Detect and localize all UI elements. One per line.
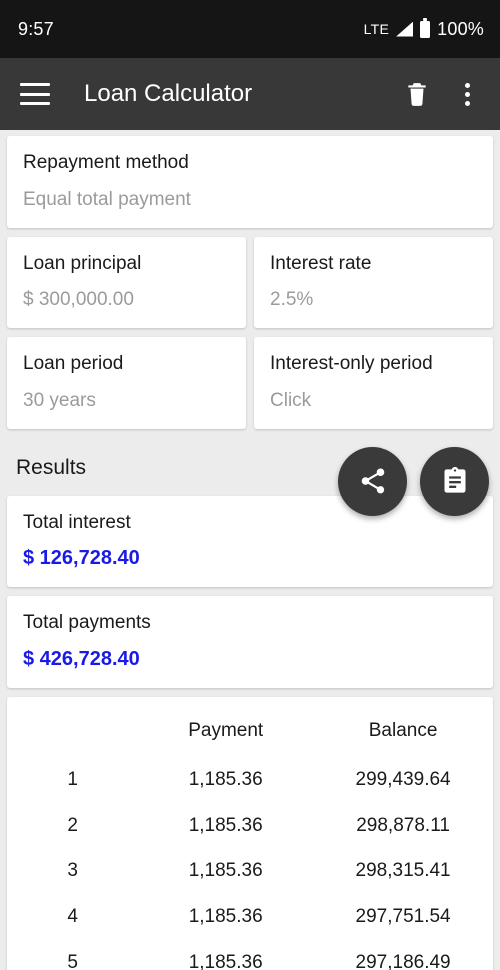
hamburger-menu-icon[interactable]: [20, 83, 50, 105]
table-body: 1 1,185.36 299,439.64 2 1,185.36 298,878…: [7, 757, 493, 970]
results-header: Results: [0, 440, 500, 516]
share-icon: [361, 468, 384, 494]
interest-only-period-label: Interest-only period: [270, 353, 433, 374]
row-payment: 1,185.36: [188, 814, 263, 836]
amortization-schedule-card[interactable]: Payment Balance 1 1,185.36 299,439.64 2 …: [7, 697, 493, 970]
interest-rate-value: 2.5%: [270, 289, 314, 311]
row-index: 4: [67, 906, 78, 927]
trash-icon[interactable]: [400, 77, 434, 111]
table-row[interactable]: 4 1,185.36 297,751.54: [7, 894, 493, 940]
column-header-balance: Balance: [368, 720, 438, 741]
network-type-label: LTE: [363, 21, 390, 37]
repayment-method-label: Repayment method: [23, 152, 189, 173]
total-payments-value: $ 426,728.40: [23, 648, 140, 670]
principal-rate-row: Loan principal $ 300,000.00 Interest rat…: [0, 236, 500, 338]
loan-principal-card[interactable]: Loan principal $ 300,000.00: [7, 236, 246, 328]
copy-to-clipboard-button[interactable]: [420, 446, 489, 516]
interest-rate-label: Interest rate: [270, 252, 372, 274]
table-header-row: Payment Balance: [7, 713, 493, 757]
app-bar: Loan Calculator: [0, 58, 500, 130]
loan-period-label: Loan period: [23, 353, 124, 374]
row-payment: 1,185.36: [188, 860, 263, 882]
table-row[interactable]: 2 1,185.36 298,878.11: [7, 803, 493, 849]
amortization-table: Payment Balance 1 1,185.36 299,439.64 2 …: [7, 713, 493, 970]
total-interest-value: $ 126,728.40: [23, 547, 140, 570]
column-header-payment: Payment: [188, 720, 264, 741]
interest-rate-card[interactable]: Interest rate 2.5%: [254, 236, 493, 328]
clipboard-icon: [444, 467, 465, 493]
overflow-menu-icon[interactable]: [452, 79, 482, 109]
status-clock: 9:57: [18, 18, 54, 39]
row-balance: 297,186.49: [355, 951, 451, 970]
loan-period-card[interactable]: Loan period 30 years: [7, 337, 246, 429]
row-payment: 1,185.36: [188, 951, 263, 970]
loan-calculator-screen: 9:57 LTE 100% Loan Calculator Repayment …: [0, 0, 500, 970]
row-payment: 1,185.36: [188, 906, 263, 927]
row-payment: 1,185.36: [188, 768, 263, 790]
table-row[interactable]: 1 1,185.36 299,439.64: [7, 757, 493, 803]
table-row[interactable]: 3 1,185.36 298,315.41: [7, 848, 493, 894]
row-index: 2: [67, 814, 78, 836]
content-scroll-area[interactable]: Repayment method Equal total payment Loa…: [0, 130, 500, 970]
total-payments-card[interactable]: Total payments $ 426,728.40: [7, 596, 493, 688]
row-index: 5: [67, 951, 78, 970]
repayment-method-value: Equal total payment: [23, 188, 191, 210]
loan-principal-label: Loan principal: [23, 252, 142, 274]
row-index: 3: [67, 860, 78, 882]
row-balance: 298,878.11: [356, 814, 450, 836]
action-button-group: [338, 446, 489, 516]
loan-period-value: 30 years: [23, 389, 96, 411]
column-header-index: [7, 713, 138, 757]
interest-only-period-card[interactable]: Interest-only period Click: [254, 337, 493, 429]
table-row[interactable]: 5 1,185.36 297,186.49: [7, 940, 493, 970]
battery-icon: [420, 17, 431, 38]
row-balance: 297,751.54: [355, 906, 451, 927]
repayment-method-card[interactable]: Repayment method Equal total payment: [7, 136, 493, 228]
table-header: Payment Balance: [7, 713, 493, 757]
status-bar: 9:57 LTE 100%: [0, 0, 500, 58]
signal-icon: [396, 22, 413, 37]
page-title: Loan Calculator: [84, 80, 253, 107]
row-index: 1: [67, 768, 78, 790]
status-indicators: LTE 100%: [363, 17, 484, 40]
results-heading: Results: [16, 455, 87, 479]
loan-principal-value: $ 300,000.00: [23, 289, 134, 311]
row-balance: 298,315.41: [355, 860, 451, 882]
period-row: Loan period 30 years Interest-only perio…: [0, 337, 500, 438]
battery-percent-label: 100%: [437, 18, 484, 39]
row-balance: 299,439.64: [355, 768, 451, 790]
interest-only-period-value: Click: [270, 389, 312, 411]
total-payments-label: Total payments: [23, 612, 151, 634]
share-button[interactable]: [338, 446, 407, 516]
